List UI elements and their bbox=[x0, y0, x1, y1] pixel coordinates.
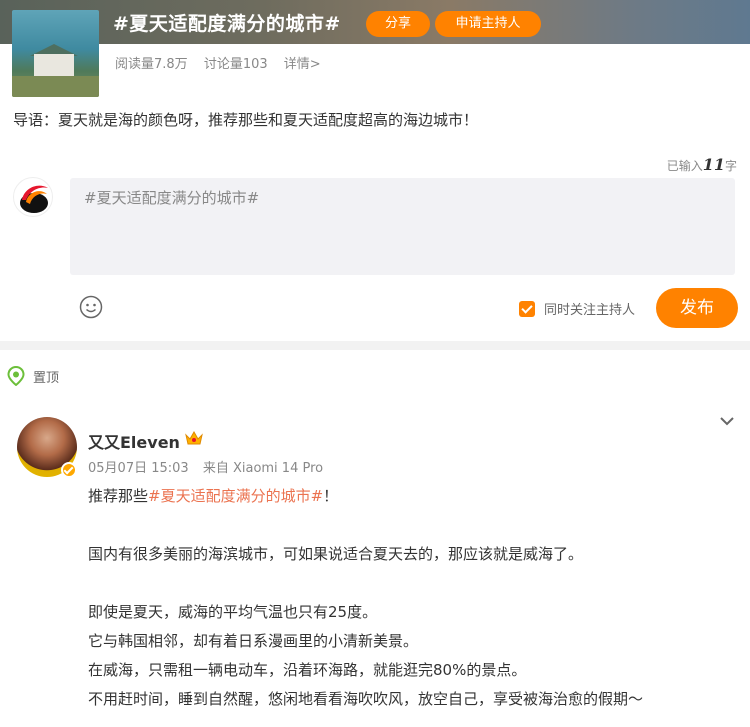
post-date[interactable]: 05月07日 15:03 bbox=[88, 461, 189, 476]
post-line: 不用赶时间，睡到自然醒，悠闲地看看海吹吹风，放空自己，享受被海治愈的假期～ bbox=[88, 690, 644, 708]
topic-cover-image bbox=[12, 10, 99, 97]
poster-name[interactable]: 又又Eleven bbox=[88, 429, 180, 453]
user-avatar[interactable] bbox=[13, 177, 53, 217]
post-line: 即使是夏天，威海的平均气温也只有25度。 bbox=[88, 603, 378, 621]
counter-suffix: 字 bbox=[724, 159, 737, 173]
post-source: 来自 Xiaomi 14 Pro bbox=[202, 461, 324, 476]
details-link[interactable]: 详情> bbox=[284, 57, 321, 72]
chevron-down-icon[interactable] bbox=[718, 412, 736, 430]
topic-intro: 导语：夏天就是海的颜色呀，推荐那些和夏天适配度超高的海边城市！ bbox=[13, 111, 479, 129]
verified-badge-icon bbox=[61, 462, 77, 478]
post-line: 国内有很多美丽的海滨城市，可如果说适合夏天去的，那应该就是威海了。 bbox=[88, 545, 584, 563]
emoji-icon[interactable] bbox=[79, 295, 103, 319]
topic-tag-link[interactable]: #夏天适配度满分的城市# bbox=[148, 487, 323, 505]
topic-title: #夏天适配度满分的城市# bbox=[113, 13, 341, 35]
apply-host-button[interactable]: 申请主持人 bbox=[435, 11, 541, 37]
post-line: 推荐那些#夏天适配度满分的城市#！ bbox=[88, 487, 339, 505]
share-button[interactable]: 分享 bbox=[366, 11, 430, 37]
counter-value: 11 bbox=[702, 155, 725, 174]
post-line: 它与韩国相邻，却有着日系漫画里的小清新美景。 bbox=[88, 632, 419, 650]
topic-stats: 阅读量7.8万 讨论量103 详情> bbox=[115, 53, 333, 72]
pin-icon bbox=[7, 366, 25, 386]
section-divider bbox=[0, 341, 750, 350]
read-count: 阅读量7.8万 bbox=[115, 57, 188, 72]
post-composer-input[interactable]: #夏天适配度满分的城市# bbox=[70, 178, 735, 275]
publish-button[interactable]: 发布 bbox=[656, 288, 738, 328]
follow-host-checkbox[interactable] bbox=[519, 300, 535, 317]
char-counter: 已输入11字 bbox=[667, 155, 737, 174]
weibo-logo-icon bbox=[20, 185, 48, 213]
pinned-label: 置顶 bbox=[7, 366, 59, 386]
counter-prefix: 已输入 bbox=[666, 159, 703, 173]
post-line: 在威海，只需租一辆电动车，沿着环海路，就能逛完80%的景点。 bbox=[88, 661, 527, 679]
follow-host-label: 同时关注主持人 bbox=[544, 303, 636, 318]
post-body: 推荐那些#夏天适配度满分的城市#！ 国内有很多美丽的海滨城市，可如果说适合夏天去… bbox=[88, 482, 738, 714]
crown-icon bbox=[185, 430, 203, 445]
discuss-count: 讨论量103 bbox=[203, 57, 268, 72]
follow-host-toggle[interactable]: 同时关注主持人 bbox=[519, 299, 635, 318]
pinned-text: 置顶 bbox=[33, 370, 60, 386]
post-meta: 05月07日 15:03 来自 Xiaomi 14 Pro bbox=[88, 457, 333, 476]
